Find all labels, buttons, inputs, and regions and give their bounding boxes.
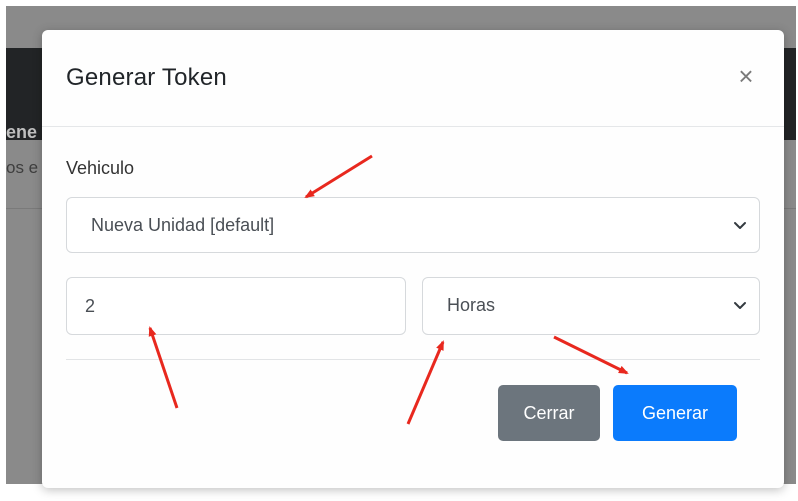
background-navbar-text: ene — [6, 122, 38, 142]
duration-quantity-input[interactable] — [66, 277, 406, 335]
duration-unit-select-value: Horas — [447, 295, 496, 315]
cancel-button[interactable]: Cerrar — [498, 385, 600, 441]
close-icon: × — [738, 61, 754, 91]
chevron-down-icon — [734, 222, 746, 229]
modal-title: Generar Token — [66, 64, 227, 91]
footer-divider — [66, 359, 760, 360]
vehicle-select-value: Nueva Unidad [default] — [91, 215, 275, 235]
generate-button[interactable]: Generar — [613, 385, 737, 441]
generate-token-modal: Generar Token × Vehiculo Nueva Unidad [d… — [42, 30, 784, 488]
chevron-down-icon — [734, 302, 746, 309]
modal-header: Generar Token × — [42, 30, 784, 127]
vehicle-select[interactable]: Nueva Unidad [default] — [66, 197, 760, 253]
close-button[interactable]: × — [732, 62, 760, 90]
duration-unit-select[interactable]: Horas — [422, 277, 760, 335]
vehicle-label: Vehiculo — [66, 158, 135, 178]
screenshot-stage: ene os e Generar Token × Vehiculo Nueva … — [0, 0, 798, 501]
background-subtext: os e — [6, 158, 39, 177]
